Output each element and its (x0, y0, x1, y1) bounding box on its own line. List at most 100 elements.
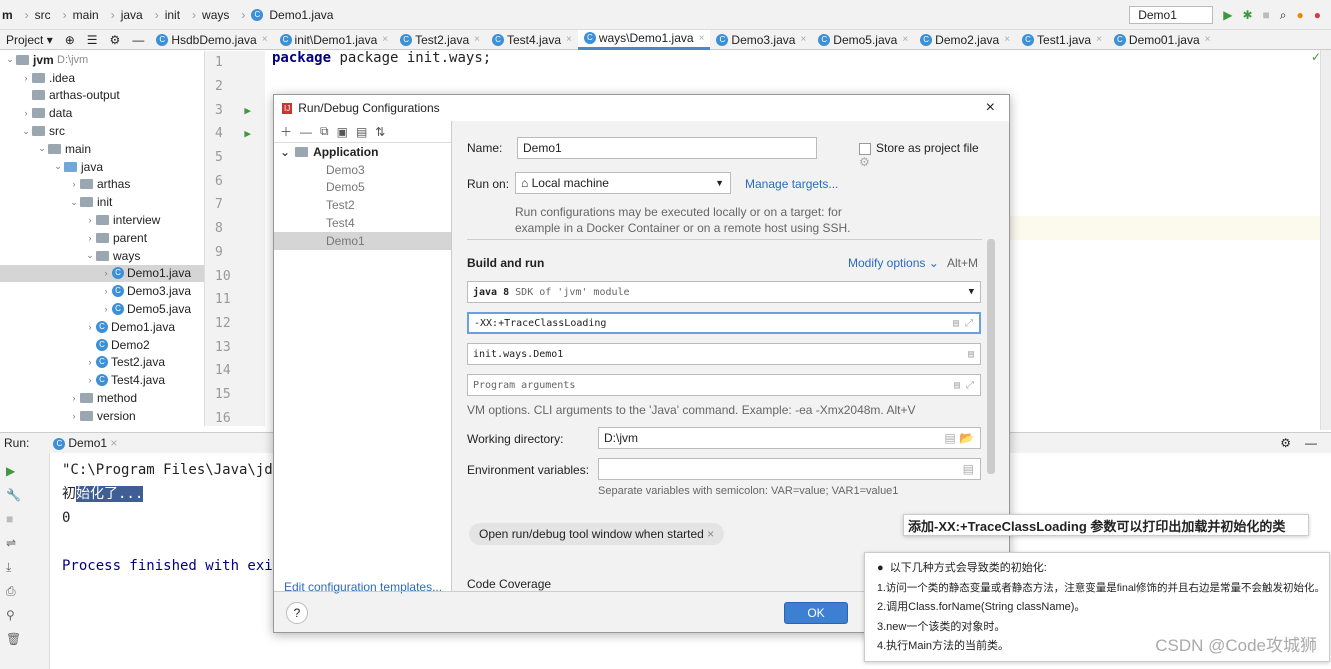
editor-tab[interactable]: C Demo5.java × (812, 30, 914, 50)
search-icon[interactable]: ⌕ (1280, 8, 1287, 23)
tree-item[interactable]: ⌄ init (0, 193, 204, 211)
expand-arrow[interactable]: ⌄ (4, 54, 16, 65)
expand-arrow[interactable]: ⌄ (20, 126, 32, 137)
stop-icon[interactable]: ■ (6, 507, 43, 531)
expand-arrow[interactable]: › (20, 73, 32, 83)
settings-icon[interactable]: ● (1314, 8, 1321, 22)
expand-arrow[interactable]: › (100, 304, 112, 314)
editor-tab[interactable]: C Demo01.java × (1108, 30, 1217, 50)
print-icon[interactable]: ⎙ (6, 579, 43, 603)
modify-options-link[interactable]: Modify options ⌄ (848, 256, 939, 270)
pin-icon[interactable]: ⚲ (6, 603, 43, 627)
expand-arrow[interactable]: ⌄ (52, 161, 64, 172)
expand-arrow[interactable]: › (84, 215, 96, 225)
expand-arrow[interactable]: › (100, 268, 112, 278)
close-icon[interactable]: × (986, 99, 995, 117)
jdk-select[interactable]: java 8 SDK of 'jvm' module ▼ (467, 281, 981, 303)
expand-arrow[interactable]: ⌄ (36, 143, 48, 154)
tree-item[interactable]: ⌄ jvm D:\jvm (0, 51, 204, 69)
gear-icon[interactable]: ⚙ (104, 30, 127, 50)
code-line[interactable]: package package init.ways; (272, 50, 491, 66)
tree-item[interactable]: › version (0, 407, 204, 425)
breadcrumb-item[interactable]: m (2, 8, 19, 22)
close-tab-icon[interactable]: × (474, 34, 480, 45)
tree-item[interactable]: ⌄ src (0, 122, 204, 140)
form-scrollbar[interactable] (987, 239, 995, 474)
breadcrumb-item[interactable]: src (35, 8, 57, 22)
tree-item[interactable]: C Demo2 (0, 336, 204, 354)
minimize-icon[interactable]: — (1305, 436, 1317, 450)
tree-item[interactable]: › C Demo1.java (0, 264, 204, 283)
tree-item[interactable]: arthas-output (0, 87, 204, 105)
scroll-end-icon[interactable]: ⤓ (6, 555, 43, 579)
debug-icon[interactable]: ✱ (1242, 8, 1252, 22)
expand-arrow[interactable]: › (68, 393, 80, 403)
rerun-icon[interactable]: ▶ (6, 459, 43, 483)
tree-item[interactable]: ⌄ ways (0, 247, 204, 265)
tree-item[interactable]: › .idea (0, 69, 204, 87)
vm-options-input[interactable]: -XX:+TraceClassLoading ▤ ⤢ (467, 312, 981, 334)
config-item[interactable]: Demo3 (274, 161, 451, 179)
expand-arrow[interactable]: › (84, 357, 96, 367)
gear-icon[interactable]: ⚙ (1280, 436, 1291, 450)
editor-tab[interactable]: Cinit\Demo1.java × (274, 30, 395, 50)
workdir-input[interactable]: D:\jvm ▤ 📂 (598, 427, 981, 449)
expand-arrow[interactable]: › (84, 375, 96, 385)
editor-tab[interactable]: C Test2.java × (394, 30, 486, 50)
soft-wrap-icon[interactable]: ⇌ (6, 531, 43, 555)
wrench-icon[interactable]: 🔧 (6, 483, 43, 507)
tree-item[interactable]: › method (0, 389, 204, 407)
main-class-input[interactable]: init.ways.Demo1 ▤ (467, 343, 981, 365)
tree-item[interactable]: › arthas (0, 176, 204, 194)
tree-item[interactable]: ⌄ main (0, 140, 204, 158)
editor-tab[interactable]: C Demo2.java × (914, 30, 1016, 50)
tree-item[interactable]: › C Demo3.java (0, 282, 204, 300)
name-input[interactable]: Demo1 (517, 137, 817, 159)
expand-arrow[interactable]: › (68, 179, 80, 189)
tree-item[interactable]: › C Demo5.java (0, 300, 204, 318)
breadcrumb-item[interactable]: main (73, 8, 105, 22)
editor-tab[interactable]: C Test4.java × (486, 30, 578, 50)
remove-icon[interactable]: — (300, 125, 312, 139)
tree-item[interactable]: › C Test4.java (0, 371, 204, 389)
run-tab[interactable]: C Demo1 × (53, 436, 117, 450)
editor-tab[interactable]: Cways\Demo1.java × (577, 29, 711, 50)
config-item[interactable]: Test4 (274, 214, 451, 232)
gear-icon[interactable]: ⚙ (859, 155, 870, 169)
update-icon[interactable]: ● (1297, 8, 1304, 22)
close-tab-icon[interactable]: × (1004, 34, 1010, 45)
store-project-checkbox[interactable]: Store as project file ⚙ (859, 141, 987, 169)
expand-arrow[interactable]: ⌄ (84, 250, 96, 261)
manage-targets-link[interactable]: Manage targets... (745, 177, 838, 191)
tree-item[interactable]: › interview (0, 211, 204, 229)
save-icon[interactable]: ▣ (337, 125, 348, 139)
close-tab-icon[interactable]: × (566, 34, 572, 45)
config-item[interactable]: Demo1 (274, 231, 451, 250)
tree-item[interactable]: › data (0, 104, 204, 122)
breadcrumb-item[interactable]: java (121, 8, 149, 22)
copy-icon[interactable]: ⧉ (320, 124, 329, 139)
editor-tab[interactable]: C Demo3.java × (710, 30, 812, 50)
open-tool-window-chip[interactable]: Open run/debug tool window when started … (469, 523, 725, 545)
trash-icon[interactable]: 🗑 (6, 627, 43, 651)
project-view-select[interactable]: Project ▾ (0, 30, 59, 50)
env-input[interactable]: ▤ (598, 458, 981, 480)
close-tab-icon[interactable]: × (382, 34, 388, 45)
help-button[interactable]: ? (286, 602, 308, 624)
add-icon[interactable]: ＋ (280, 123, 292, 140)
folder-icon[interactable]: ▤ (356, 125, 367, 139)
close-tab-icon[interactable]: × (902, 34, 908, 45)
program-arguments-input[interactable]: Program arguments ▤ ⤢ (467, 374, 981, 396)
close-tab-icon[interactable]: × (800, 34, 806, 45)
close-tab-icon[interactable]: × (1205, 34, 1211, 45)
stop-icon[interactable]: ■ (1263, 8, 1270, 22)
run-on-select[interactable]: ⌂ Local machine ▼ (515, 172, 731, 194)
console-output[interactable]: "C:\Program Files\Java\jd 初始化了... 0 Proc… (62, 458, 273, 578)
tree-item[interactable]: ⌄ java (0, 158, 204, 176)
sort-icon[interactable]: ⇅ (375, 125, 385, 139)
expand-arrow[interactable]: › (100, 286, 112, 296)
ok-button[interactable]: OK (784, 602, 848, 624)
editor-tab[interactable]: C Test1.java × (1016, 30, 1108, 50)
expand-arrow[interactable]: › (68, 411, 80, 421)
tree-item-application[interactable]: ⌄ Application (274, 143, 451, 161)
